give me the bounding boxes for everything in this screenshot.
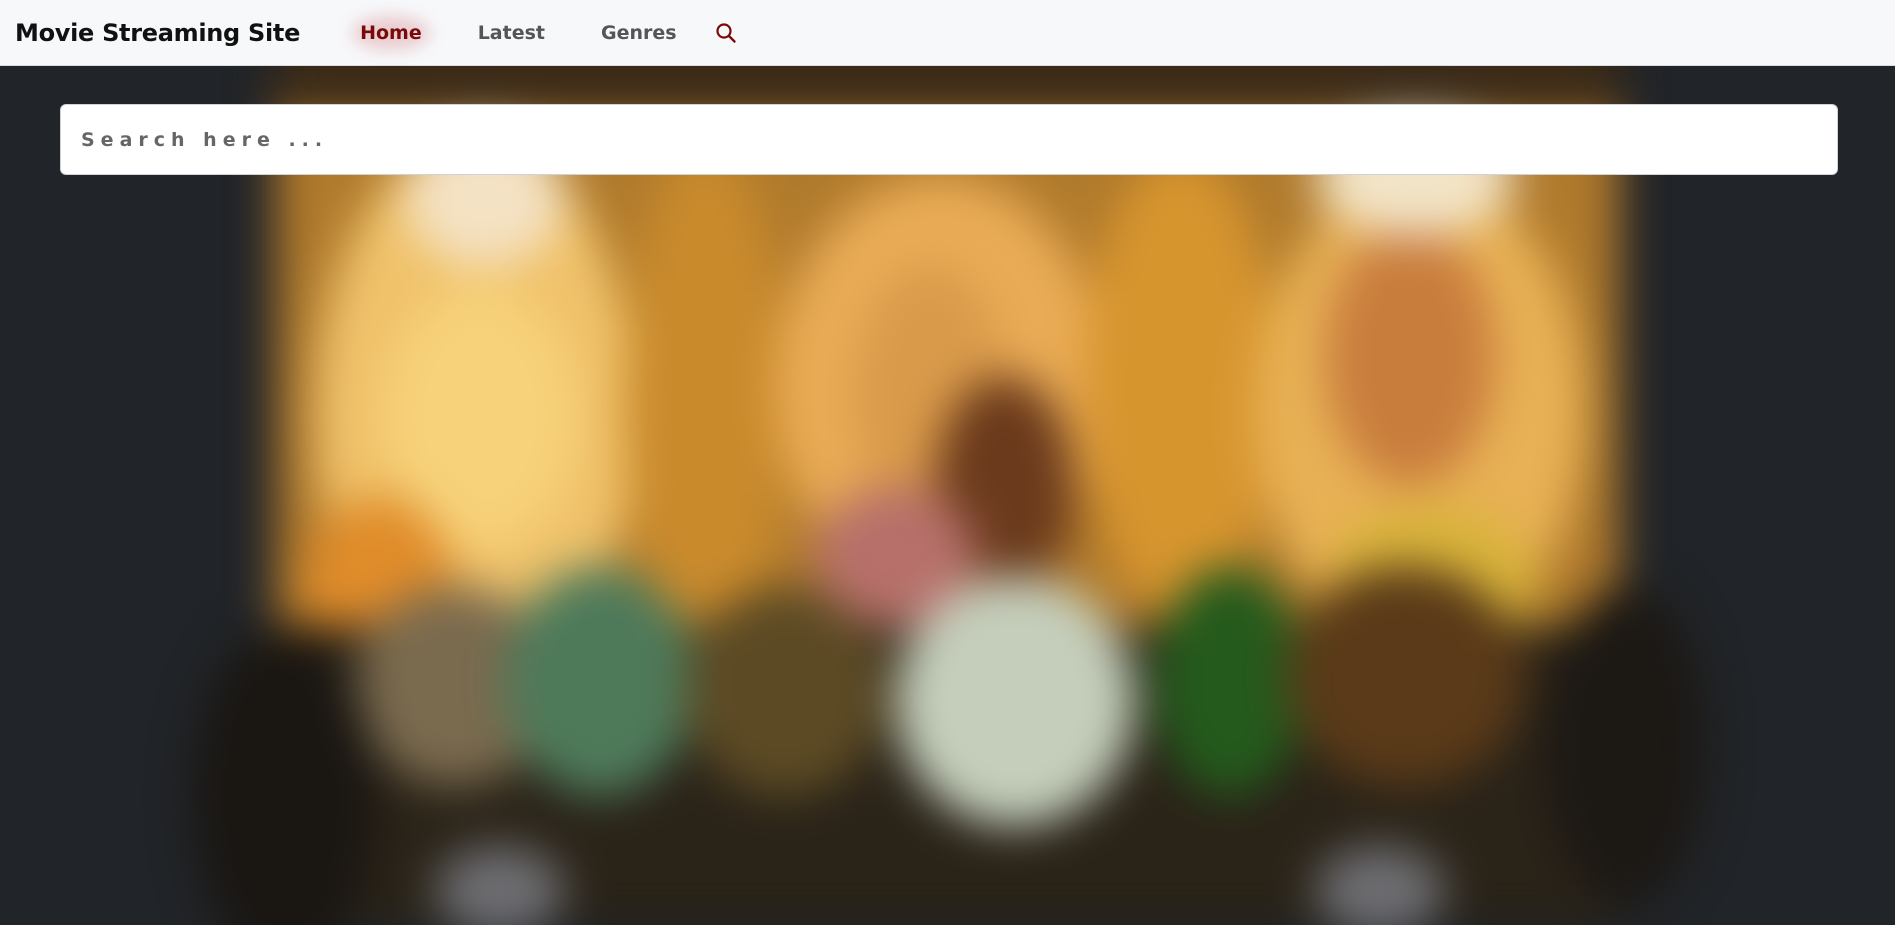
hero-section	[0, 66, 1895, 925]
nav-link-home[interactable]: Home	[338, 16, 444, 50]
nav-link-genres[interactable]: Genres	[579, 16, 699, 50]
top-navbar: Movie Streaming Site Home Latest Genres	[0, 0, 1895, 66]
site-brand[interactable]: Movie Streaming Site	[15, 19, 300, 47]
search-icon[interactable]	[713, 20, 739, 46]
nav-links: Home Latest Genres	[338, 16, 739, 50]
search-box	[60, 104, 1838, 175]
nav-link-latest[interactable]: Latest	[456, 16, 567, 50]
search-input[interactable]	[61, 105, 1837, 174]
hero-poster-image	[195, 66, 1705, 925]
